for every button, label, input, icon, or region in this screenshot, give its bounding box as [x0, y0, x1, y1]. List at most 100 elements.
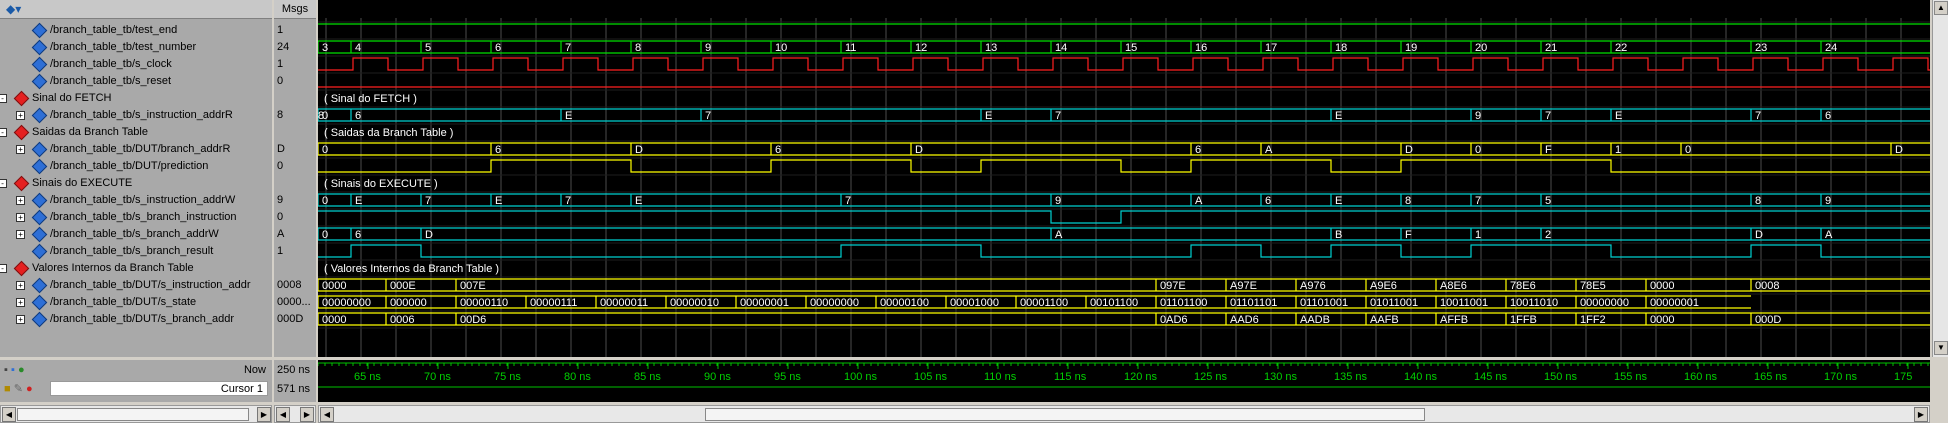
- branch-addr-r-value: A: [1265, 144, 1273, 156]
- signal-name: Valores Internos da Branch Table: [32, 262, 194, 274]
- signal-row[interactable]: /branch_table_tb/s_branch_result: [0, 243, 272, 260]
- test-number-value: 14: [1055, 42, 1067, 54]
- instruction-addr-r-segment: [350, 108, 561, 122]
- branch-instruction-trace: [318, 210, 1930, 224]
- signal-row[interactable]: + /branch_table_tb/DUT/s_state: [0, 294, 272, 311]
- signal-row[interactable]: /branch_table_tb/DUT/prediction: [0, 158, 272, 175]
- wave-toolbar-icon[interactable]: ◆▾: [6, 2, 21, 16]
- collapse-icon[interactable]: -: [0, 94, 7, 103]
- collapse-icon[interactable]: -: [0, 264, 7, 273]
- expand-icon[interactable]: +: [16, 315, 25, 324]
- signal-row[interactable]: + /branch_table_tb/s_instruction_addrR: [0, 107, 272, 124]
- s-state-value: 00000000: [810, 297, 859, 309]
- signal-row[interactable]: - Valores Internos da Branch Table: [0, 260, 272, 277]
- cursor-icons[interactable]: ■ ✎ ●: [4, 381, 33, 398]
- now-icons[interactable]: ▪ ▪ ●: [4, 362, 25, 379]
- signal-name: /branch_table_tb/s_instruction_addrW: [50, 194, 236, 206]
- s-instruction-addr-value: 0000: [322, 280, 346, 292]
- signal-value: 1: [277, 24, 284, 36]
- signal-value: A: [277, 228, 285, 240]
- group-fetch-label: ( Sinal do FETCH ): [324, 93, 417, 105]
- vertical-scrollbar[interactable]: ▲ ▼: [1932, 0, 1948, 357]
- signal-row[interactable]: + /branch_table_tb/DUT/s_branch_addr: [0, 311, 272, 328]
- collapse-icon[interactable]: -: [0, 179, 7, 188]
- scroll-up-icon[interactable]: ▲: [1934, 1, 1948, 15]
- time-ruler[interactable]: 65 ns 70 ns 75 ns 80 ns 85 ns 90 ns 95 ns 100 n…: [318, 360, 1930, 402]
- branch-addr-w-value: 2: [1545, 229, 1551, 241]
- expand-icon[interactable]: +: [16, 111, 25, 120]
- signal-value: 000D: [277, 313, 304, 325]
- signal-row[interactable]: /branch_table_tb/test_number: [0, 39, 272, 56]
- branch-addr-r-value: 0: [322, 144, 328, 156]
- expand-icon[interactable]: +: [16, 213, 25, 222]
- signal-row[interactable]: + /branch_table_tb/DUT/s_instruction_addr: [0, 277, 272, 294]
- cursor-values-pane: 250 ns 571 ns: [274, 360, 316, 402]
- instruction-addr-r-value: E: [1615, 110, 1622, 122]
- s-instruction-addr-value: 0008: [1755, 280, 1779, 292]
- signal-icon: [31, 243, 48, 260]
- expand-icon[interactable]: +: [16, 230, 25, 239]
- expand-icon[interactable]: +: [16, 145, 25, 154]
- wave-scroll-left-icon[interactable]: ◀: [320, 407, 334, 422]
- branch-addr-r-segment: [318, 142, 491, 156]
- test-number-value: 12: [915, 42, 927, 54]
- ruler-tick-label: 140 ns: [1404, 371, 1438, 383]
- scroll-left-icon[interactable]: ◀: [2, 407, 16, 422]
- s-instruction-addr-segment: [455, 278, 1156, 292]
- signal-row[interactable]: - Saidas da Branch Table: [0, 124, 272, 141]
- signal-icon: [31, 22, 48, 39]
- names-hscrollbar[interactable]: ◀ ▶: [0, 405, 272, 423]
- group-branch-table-label: ( Saidas da Branch Table ): [324, 127, 453, 139]
- s-instruction-addr-value: A8E6: [1440, 280, 1467, 292]
- expand-icon[interactable]: +: [16, 281, 25, 290]
- expand-icon[interactable]: +: [16, 196, 25, 205]
- instruction-addr-w-value: 8: [1405, 195, 1411, 207]
- test-number-value: 5: [425, 42, 431, 54]
- wave-hscrollbar[interactable]: ◀ ▶: [318, 405, 1930, 423]
- names-scroll-thumb[interactable]: [17, 408, 249, 421]
- waveform-pane[interactable]: 3 4 5 6 7 8 9 10 11 12 13 14 15 16 17 18 19 20 21 22 23 24( S…: [318, 0, 1930, 357]
- scroll-right-icon[interactable]: ▶: [257, 407, 271, 422]
- expand-icon[interactable]: +: [16, 298, 25, 307]
- test-number-value: 6: [495, 42, 501, 54]
- s-state-value: 01101101: [1230, 297, 1277, 309]
- ruler-tick-label: 100 ns: [844, 371, 878, 383]
- scroll-down-icon[interactable]: ▼: [1934, 341, 1948, 355]
- signal-value: 0: [277, 211, 284, 223]
- s-branch-addr-value: AFFB: [1440, 314, 1468, 326]
- values-hscrollbar[interactable]: ◀ ▶: [274, 405, 316, 423]
- s-branch-addr-value: 0000: [1650, 314, 1674, 326]
- ruler-tick-label: 120 ns: [1124, 371, 1158, 383]
- signal-row[interactable]: /branch_table_tb/s_reset: [0, 73, 272, 90]
- wave-scroll-right-icon[interactable]: ▶: [1914, 407, 1928, 422]
- signal-icon: [31, 209, 48, 226]
- values-scroll-left-icon[interactable]: ◀: [276, 407, 290, 422]
- test-number-value: 15: [1125, 42, 1137, 54]
- signal-icon: [31, 294, 48, 311]
- s-state-value: 01011001: [1370, 297, 1418, 309]
- signal-row[interactable]: /branch_table_tb/test_end: [0, 22, 272, 39]
- values-scroll-right-icon[interactable]: ▶: [300, 407, 314, 422]
- signal-row[interactable]: - Sinais do EXECUTE: [0, 175, 272, 192]
- ruler-tick-label: 135 ns: [1334, 371, 1368, 383]
- signal-row[interactable]: /branch_table_tb/s_clock: [0, 56, 272, 73]
- signal-row[interactable]: + /branch_table_tb/DUT/branch_addrR: [0, 141, 272, 158]
- instruction-addr-w-value: 6: [1265, 195, 1271, 207]
- cursor-name-field[interactable]: Cursor 1: [50, 381, 268, 396]
- instruction-addr-r-value: 7: [1755, 110, 1761, 122]
- signal-icon: [31, 56, 48, 73]
- test-number-value: 18: [1335, 42, 1347, 54]
- branch-addr-r-value: D: [635, 144, 643, 156]
- signal-row[interactable]: + /branch_table_tb/s_instruction_addrW: [0, 192, 272, 209]
- signal-row[interactable]: + /branch_table_tb/s_branch_addrW: [0, 226, 272, 243]
- signal-value: 24: [277, 41, 290, 53]
- collapse-icon[interactable]: -: [0, 128, 7, 137]
- ruler-tick-label: 110 ns: [984, 371, 1017, 383]
- test-number-value: 11: [845, 42, 856, 54]
- wave-scroll-thumb[interactable]: [705, 408, 1425, 421]
- horizontal-scrollbars[interactable]: ◀ ▶ ◀ ▶ ◀ ▶: [0, 405, 1948, 423]
- signal-row[interactable]: - Sinal do FETCH: [0, 90, 272, 107]
- signal-row[interactable]: + /branch_table_tb/s_branch_instruction: [0, 209, 272, 226]
- instruction-addr-r-segment: [1050, 108, 1331, 122]
- test-number-value: 20: [1475, 42, 1487, 54]
